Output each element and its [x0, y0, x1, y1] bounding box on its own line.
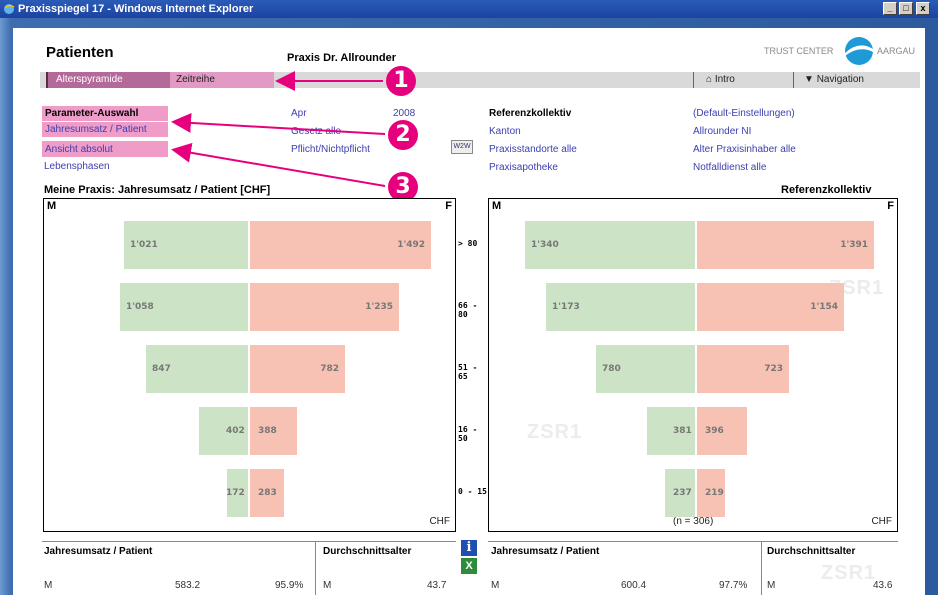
age-group-label: 66 - 80	[458, 301, 478, 319]
unit-label: CHF	[871, 516, 892, 527]
annotation-badge-2: 2	[388, 120, 418, 150]
age-group-column: > 80 66 - 80 51 - 65 16 - 50 0 - 15	[456, 198, 488, 532]
bar-male: 1'058	[120, 283, 248, 331]
row-right-value: 600.4	[621, 580, 647, 591]
bar-female: 1'492	[250, 221, 431, 269]
chart-meine-praxis: M F CHF 1'021 1'492 1'058 1'235 847 782 402 388…	[43, 198, 456, 532]
table-header-durch: Durchschnittsalter	[767, 546, 856, 557]
bar-male: 1'021	[124, 221, 248, 269]
bar-male: 780	[596, 345, 695, 393]
window-titlebar: Praxisspiegel 17 - Windows Internet Expl…	[0, 0, 938, 18]
watermark: ZSR1	[821, 562, 877, 584]
bar-female: 388	[250, 407, 297, 455]
bar-value-label: 1'173	[552, 302, 580, 312]
bar-value-label: 1'492	[397, 240, 425, 250]
bar-value-label: 283	[258, 488, 277, 498]
bar-female: 283	[250, 469, 284, 517]
age-group-label: 16 - 50	[458, 425, 478, 443]
row-left-label: M	[44, 580, 53, 591]
table-header-durch: Durchschnittsalter	[323, 546, 412, 557]
bar-female: 723	[697, 345, 789, 393]
male-label: M	[492, 200, 502, 212]
bar-value-label: 172	[226, 488, 245, 498]
close-button[interactable]: x	[916, 2, 930, 15]
bar-value-label: 381	[673, 426, 692, 436]
bar-male: 381	[647, 407, 695, 455]
watermark: ZSR1	[527, 421, 583, 443]
table-vline	[761, 541, 762, 595]
sample-size: (n = 306)	[673, 516, 714, 527]
bar-male: 847	[146, 345, 248, 393]
window-title: Praxisspiegel 17 - Windows Internet Expl…	[18, 3, 254, 15]
age-group-label: 0 - 15	[458, 487, 487, 496]
bar-value-label: 1'154	[810, 302, 838, 312]
bar-male: 402	[199, 407, 248, 455]
bar-value-label: 402	[226, 426, 245, 436]
bar-male: 1'340	[525, 221, 695, 269]
chart-referenzkollektiv: M F CHF (n = 306) ZSR1 ZSR1 1'340 1'391 1'…	[488, 198, 898, 532]
bar-value-label: 388	[258, 426, 277, 436]
row-right-pct: 97.7%	[719, 580, 748, 591]
bar-female: 219	[697, 469, 725, 517]
bar-value-label: 396	[705, 426, 724, 436]
table-vline	[315, 541, 316, 595]
table-divider	[488, 541, 898, 542]
bar-female: 1'235	[250, 283, 399, 331]
bar-value-label: 847	[152, 364, 171, 374]
bar-value-label: 780	[602, 364, 621, 374]
excel-export-icon[interactable]: X	[461, 558, 477, 574]
bar-female: 1'391	[697, 221, 874, 269]
bar-value-label: 782	[320, 364, 339, 374]
bar-female: 782	[250, 345, 345, 393]
age-group-label: > 80	[458, 239, 478, 248]
bar-female: 1'154	[697, 283, 844, 331]
unit-label: CHF	[429, 516, 450, 527]
bar-value-label: 219	[705, 488, 724, 498]
annotation-badge-1: 1	[386, 66, 416, 96]
female-label: F	[887, 200, 894, 212]
table-header-jahres: Jahresumsatz / Patient	[491, 546, 600, 557]
age-group-label: 51 - 65	[458, 363, 478, 381]
maximize-button[interactable]: □	[899, 2, 913, 15]
bar-value-label: 1'391	[840, 240, 868, 250]
bar-male: 237	[665, 469, 695, 517]
row-left-age-label: M	[323, 580, 332, 591]
row-left-pct: 95.9%	[275, 580, 304, 591]
bar-value-label: 237	[673, 488, 692, 498]
chart-left-title: Meine Praxis: Jahresumsatz / Patient [CH…	[44, 184, 271, 196]
table-divider	[42, 541, 456, 542]
row-right-age-label: M	[767, 580, 776, 591]
bar-value-label: 1'058	[126, 302, 154, 312]
bar-male: 172	[226, 469, 248, 517]
female-label: F	[445, 200, 452, 212]
table-header-jahres: Jahresumsatz / Patient	[44, 546, 153, 557]
row-left-value: 583.2	[175, 580, 201, 591]
minimize-button[interactable]: _	[883, 2, 897, 15]
bar-value-label: 1'021	[130, 240, 158, 250]
bar-value-label: 1'235	[365, 302, 393, 312]
row-left-age: 43.7	[427, 580, 447, 591]
bar-value-label: 1'340	[531, 240, 559, 250]
info-icon[interactable]: i	[461, 540, 477, 556]
bar-value-label: 723	[764, 364, 783, 374]
male-label: M	[47, 200, 57, 212]
bar-female: 396	[697, 407, 747, 455]
row-right-label: M	[491, 580, 500, 591]
bar-male: 1'173	[546, 283, 695, 331]
ie-icon	[4, 4, 15, 14]
chart-right-title: Referenzkollektiv	[781, 184, 872, 196]
page-content: Patienten Praxis Dr. Allrounder TRUST CE…	[13, 28, 925, 595]
